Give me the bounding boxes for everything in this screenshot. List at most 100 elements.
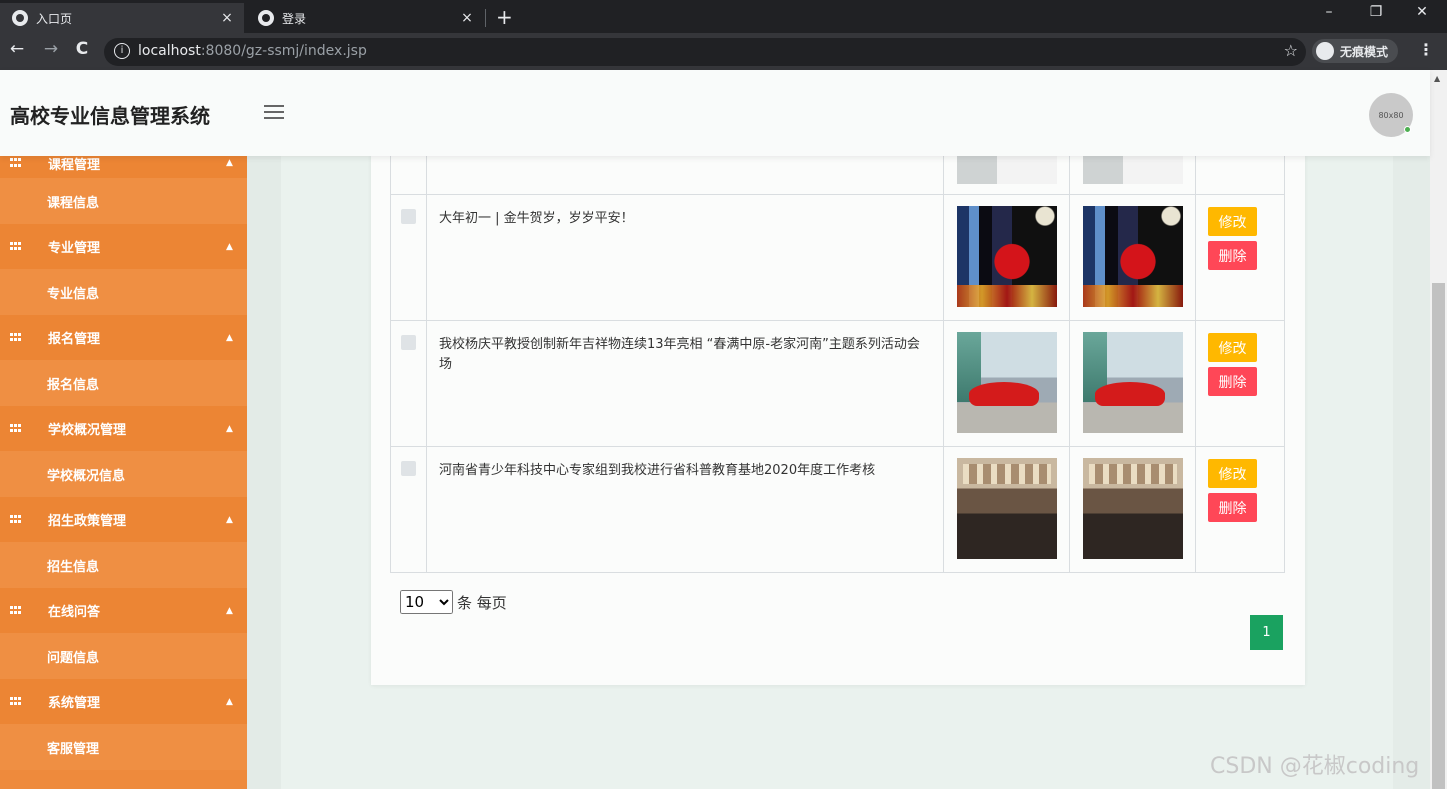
grid-icon	[10, 514, 21, 525]
scrollbar-thumb[interactable]	[1432, 283, 1445, 789]
news-thumbnail	[956, 206, 1057, 307]
caret-up-icon: ▲	[226, 605, 233, 616]
sidebar-group-admission-policy[interactable]: 招生政策管理 ▲	[0, 497, 247, 542]
sidebar-group-label: 系统管理	[48, 696, 101, 711]
row-checkbox[interactable]	[401, 461, 416, 476]
url-text: localhost:8080/gz-ssmj/index.jsp	[138, 43, 367, 59]
table-row: 河南省青少年科技中心专家组到我校进行省科普教育基地2020年度工作考核 修改 删…	[390, 446, 1285, 573]
sidebar-group-school-overview[interactable]: 学校概况管理 ▲	[0, 406, 247, 451]
forward-button[interactable]: →	[40, 39, 62, 59]
incognito-label: 无痕模式	[1340, 44, 1389, 59]
sidebar-item-course-info[interactable]: 课程信息	[0, 178, 247, 224]
page-number-current[interactable]: 1	[1250, 615, 1283, 650]
app-header: 高校专业信息管理系统 80x80	[0, 70, 1430, 156]
news-table: 大年初一 | 金牛贺岁，岁岁平安！ 修改 删除 我校杨庆平教授创制新年吉祥物连续…	[390, 148, 1285, 573]
globe-icon	[258, 10, 274, 26]
tab-close-icon[interactable]: ×	[456, 10, 478, 26]
news-thumbnail	[956, 332, 1057, 433]
ops-cell: 修改 删除	[1195, 194, 1285, 321]
sidebar-group-system[interactable]: 系统管理 ▲	[0, 679, 247, 724]
tab-title: 登录	[282, 11, 307, 26]
avatar-text: 80x80	[1378, 110, 1404, 120]
checkbox-cell	[390, 446, 427, 573]
site-info-icon[interactable]: i	[114, 43, 130, 59]
watermark: CSDN @花椒coding	[1210, 754, 1420, 779]
image-cell	[1069, 320, 1196, 447]
news-title: 大年初一 | 金牛贺岁，岁岁平安！	[426, 194, 944, 321]
grid-icon	[10, 158, 21, 168]
avatar[interactable]: 80x80	[1369, 93, 1413, 137]
news-thumbnail	[1082, 206, 1183, 307]
globe-icon	[12, 10, 28, 26]
caret-up-icon: ▲	[226, 158, 233, 168]
page-size-control: 10 条 每页	[400, 590, 507, 614]
page-size-select[interactable]: 10	[400, 590, 453, 614]
app-title: 高校专业信息管理系统	[10, 104, 210, 128]
content-right-gutter	[1393, 148, 1430, 789]
browser-menu-button[interactable]: ⋮	[1418, 40, 1434, 59]
image-cell	[943, 446, 1070, 573]
online-status-icon	[1404, 126, 1411, 133]
minimize-button[interactable]: –	[1317, 4, 1341, 20]
sidebar-item-question-info[interactable]: 问题信息	[0, 633, 247, 679]
sidebar-item-admission-info[interactable]: 招生信息	[0, 542, 247, 588]
sidebar-group-label: 在线问答	[48, 605, 101, 620]
back-button[interactable]: ←	[6, 39, 28, 59]
url-path: :8080/gz-ssmj/index.jsp	[200, 43, 367, 59]
image-cell	[1069, 194, 1196, 321]
tab-close-icon[interactable]: ×	[216, 10, 238, 26]
sidebar-item-school-overview-info[interactable]: 学校概况信息	[0, 451, 247, 497]
delete-button[interactable]: 删除	[1208, 241, 1257, 270]
news-title: 我校杨庆平教授创制新年吉祥物连续13年亮相 “春满中原-老家河南”主题系列活动会…	[426, 320, 944, 447]
sidebar-group-label: 课程管理	[48, 157, 101, 173]
close-window-button[interactable]: ✕	[1410, 4, 1434, 20]
grid-icon	[10, 241, 21, 252]
scroll-up-icon[interactable]: ▲	[1434, 74, 1440, 83]
news-thumbnail	[956, 458, 1057, 559]
caret-up-icon: ▲	[226, 696, 233, 707]
grid-icon	[10, 423, 21, 434]
grid-icon	[10, 332, 21, 343]
sidebar-item-customer-service[interactable]: 客服管理	[0, 724, 247, 770]
browser-tab-login[interactable]: 登录 ×	[246, 3, 484, 33]
sidebar-item-major-info[interactable]: 专业信息	[0, 269, 247, 315]
row-checkbox[interactable]	[401, 209, 416, 224]
browser-tab-bar: 入口页 × 登录 × + – ❐ ✕	[0, 0, 1447, 33]
image-cell	[943, 194, 1070, 321]
caret-up-icon: ▲	[226, 514, 233, 525]
edit-button[interactable]: 修改	[1208, 207, 1257, 236]
table-row: 我校杨庆平教授创制新年吉祥物连续13年亮相 “春满中原-老家河南”主题系列活动会…	[390, 320, 1285, 447]
tab-title: 入口页	[36, 11, 73, 26]
checkbox-cell	[390, 320, 427, 447]
caret-up-icon: ▲	[226, 423, 233, 434]
delete-button[interactable]: 删除	[1208, 367, 1257, 396]
bookmark-star-icon[interactable]: ☆	[1284, 41, 1298, 60]
menu-toggle-icon[interactable]	[264, 104, 284, 120]
browser-toolbar: ← → C i localhost:8080/gz-ssmj/index.jsp…	[0, 33, 1447, 70]
restore-button[interactable]: ❐	[1364, 4, 1388, 20]
edit-button[interactable]: 修改	[1208, 333, 1257, 362]
sidebar: 课程管理 ▲ 课程信息 专业管理 ▲ 专业信息 报名管理 ▲ 报名信息 学校概况…	[0, 148, 247, 789]
sidebar-group-signup[interactable]: 报名管理 ▲	[0, 315, 247, 360]
table-row: 大年初一 | 金牛贺岁，岁岁平安！ 修改 删除	[390, 194, 1285, 321]
reload-button[interactable]: C	[71, 39, 93, 59]
tab-separator	[485, 9, 486, 27]
delete-button[interactable]: 删除	[1208, 493, 1257, 522]
ops-cell: 修改 删除	[1195, 320, 1285, 447]
new-tab-button[interactable]: +	[496, 5, 513, 29]
row-checkbox[interactable]	[401, 335, 416, 350]
incognito-badge[interactable]: 无痕模式	[1312, 39, 1399, 63]
edit-button[interactable]: 修改	[1208, 459, 1257, 488]
address-bar[interactable]: i localhost:8080/gz-ssmj/index.jsp ☆	[104, 38, 1306, 66]
sidebar-group-label: 专业管理	[48, 241, 101, 256]
caret-up-icon: ▲	[226, 241, 233, 252]
sidebar-group-major[interactable]: 专业管理 ▲	[0, 224, 247, 269]
sidebar-gutter	[247, 148, 281, 789]
browser-tab-entry[interactable]: 入口页 ×	[0, 3, 244, 33]
checkbox-cell	[390, 194, 427, 321]
ops-cell: 修改 删除	[1195, 446, 1285, 573]
sidebar-group-online-qa[interactable]: 在线问答 ▲	[0, 588, 247, 633]
page-size-suffix: 条 每页	[457, 593, 507, 612]
sidebar-item-signup-info[interactable]: 报名信息	[0, 360, 247, 406]
grid-icon	[10, 696, 21, 707]
